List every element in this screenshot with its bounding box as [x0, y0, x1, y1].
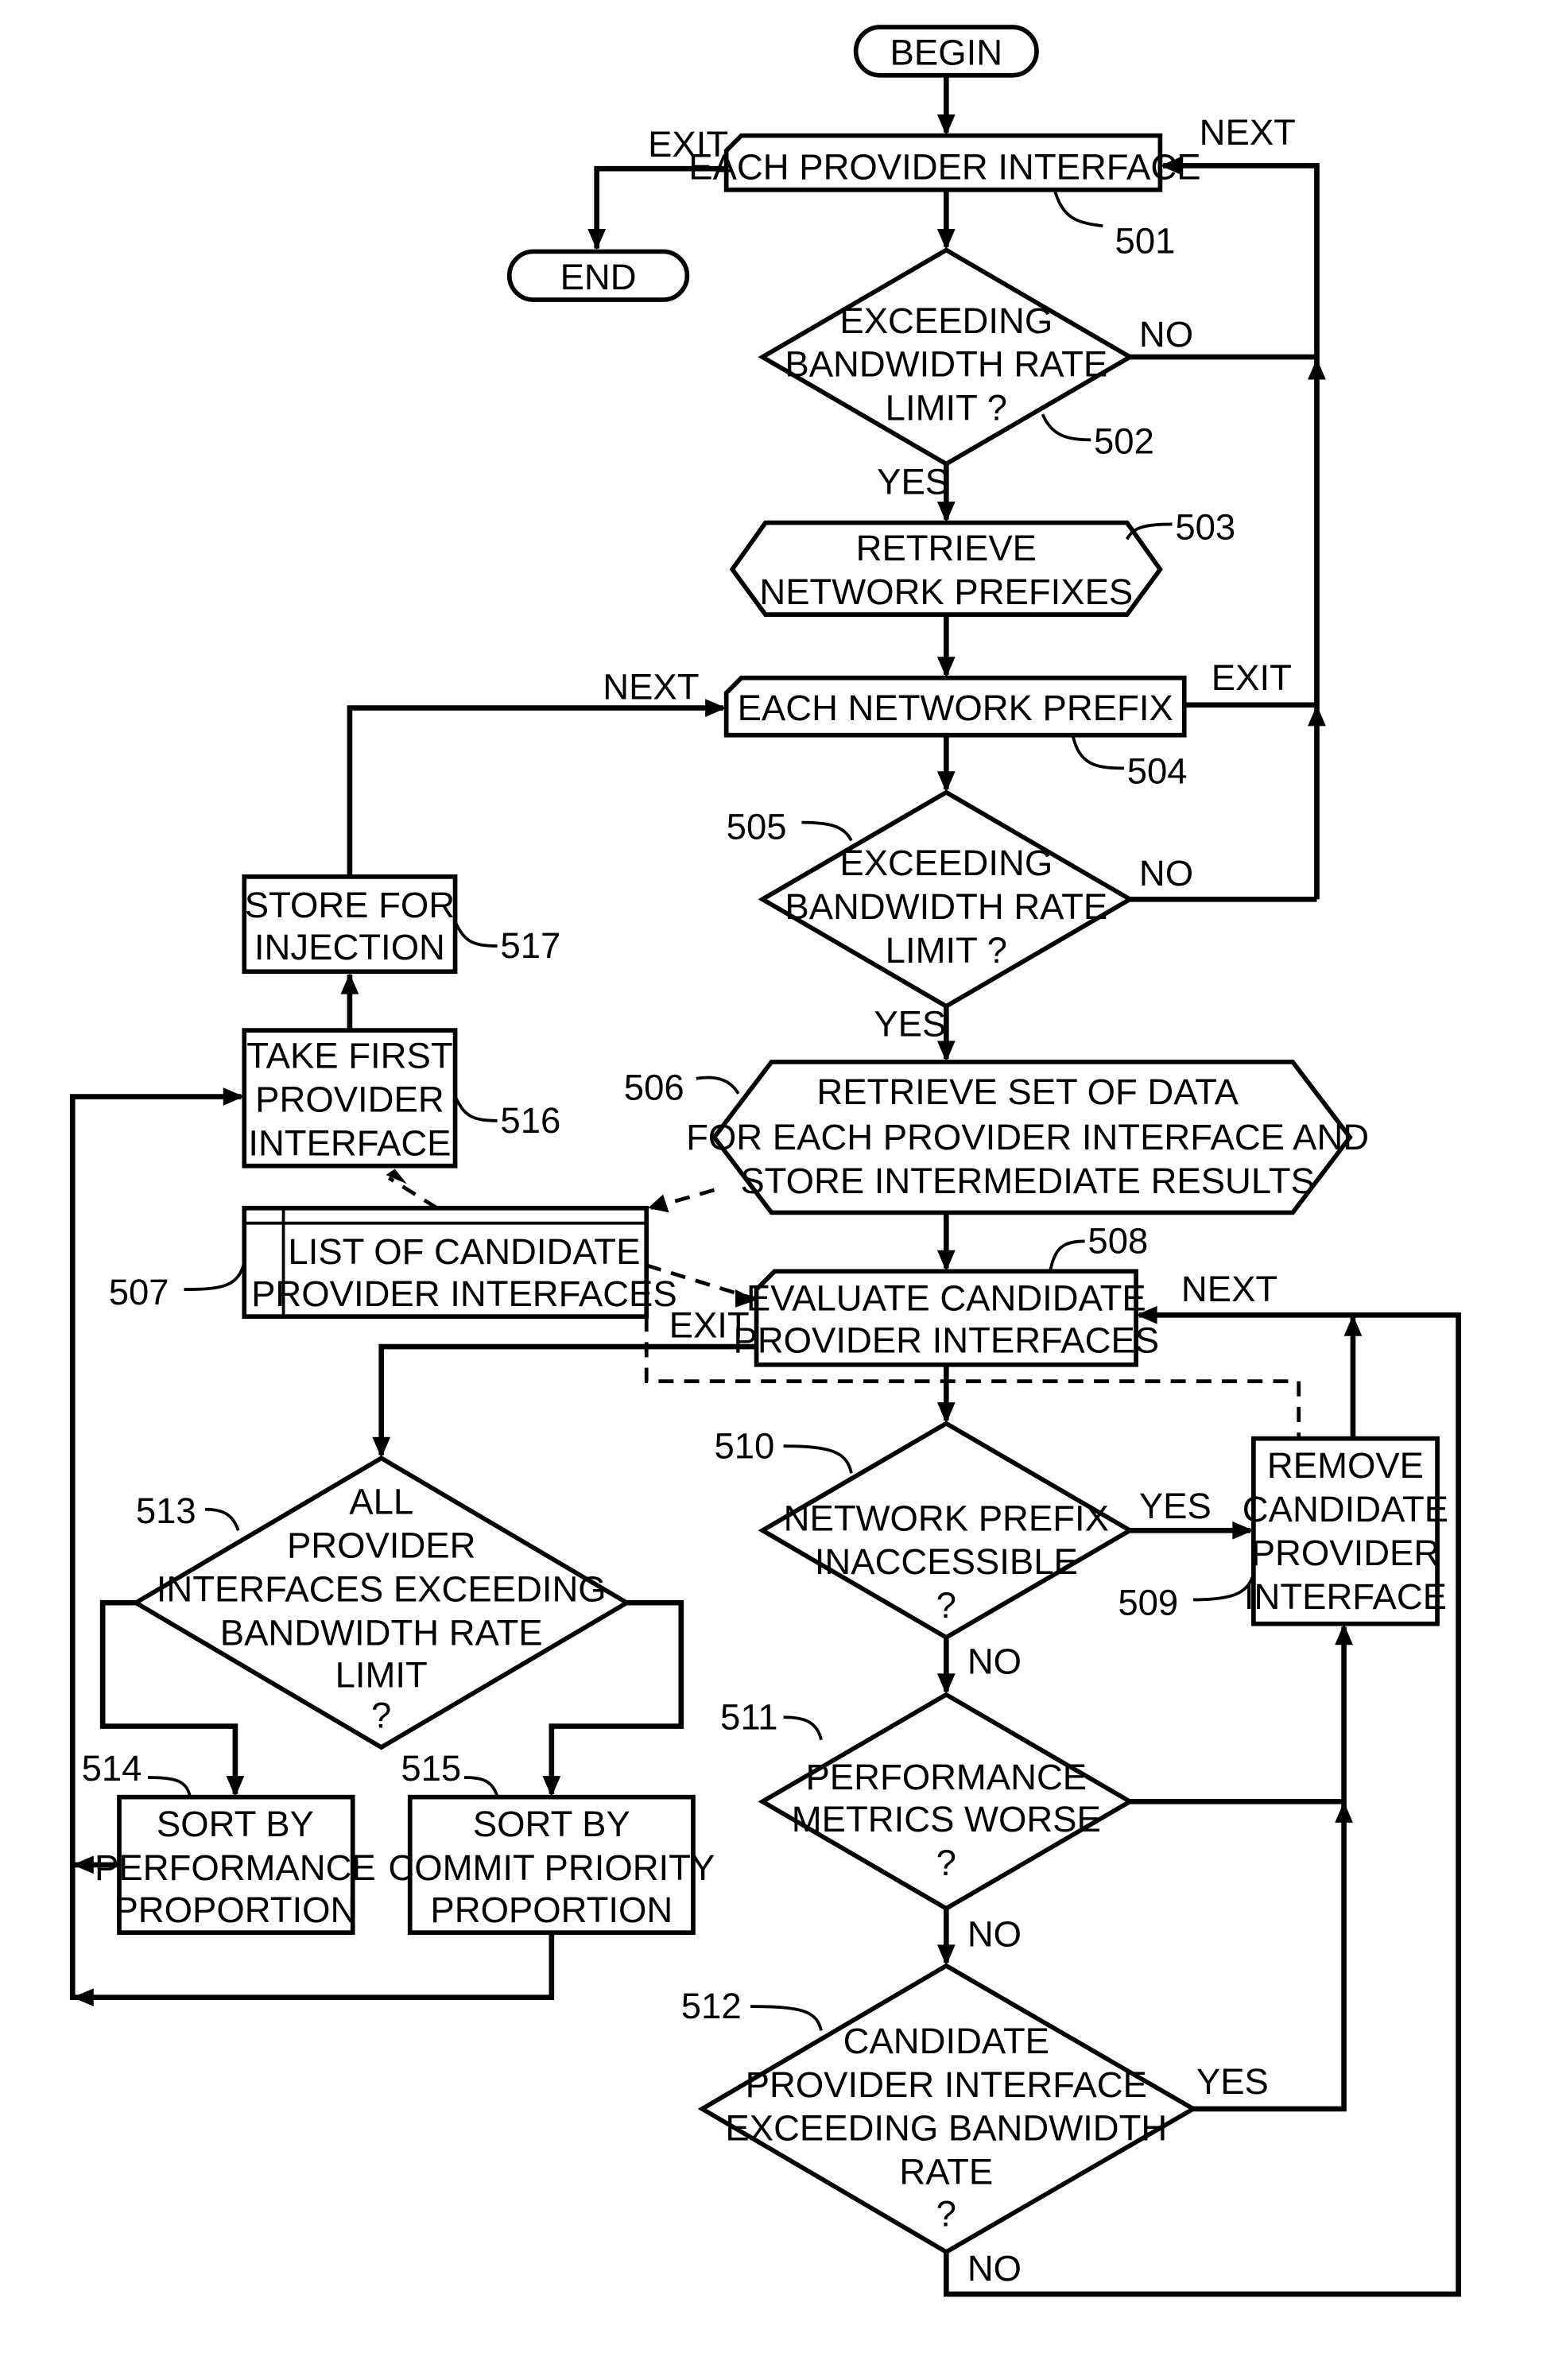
node-507-line1: LIST OF CANDIDATE: [288, 1231, 640, 1272]
node-511-line3: ?: [936, 1843, 956, 1883]
node-510-line3: ?: [936, 1585, 956, 1626]
edge-label-exit: EXIT: [1212, 657, 1292, 698]
node-515-line3: PROPORTION: [430, 1890, 673, 1930]
edge-label-yes: YES: [877, 462, 949, 502]
node-509-line2: CANDIDATE: [1243, 1489, 1448, 1529]
edge-label-exit: EXIT: [669, 1305, 750, 1346]
ref-509: 509: [1118, 1582, 1178, 1622]
node-508-line1: EVALUATE CANDIDATE: [746, 1278, 1146, 1319]
node-501-text: EACH PROVIDER INTERFACE: [688, 146, 1200, 187]
node-516-line1: TAKE FIRST: [246, 1036, 452, 1076]
edge-label-next: NEXT: [1200, 112, 1296, 153]
edge-label-yes: YES: [874, 1004, 946, 1045]
node-516-line3: INTERFACE: [248, 1122, 451, 1163]
node-513-line1: ALL: [349, 1481, 413, 1521]
node-505-line3: LIMIT ?: [886, 930, 1007, 971]
node-514-line3: PROPORTION: [114, 1890, 356, 1930]
ref-501: 501: [1115, 220, 1176, 261]
node-511-line2: METRICS WORSE: [792, 1799, 1101, 1839]
node-505-line2: BANDWIDTH RATE: [785, 886, 1107, 927]
node-514-line2: PERFORMANCE: [95, 1847, 376, 1888]
ref-504: 504: [1127, 750, 1188, 791]
node-510-line2: INACCESSIBLE: [815, 1541, 1078, 1582]
edge-label-no: NO: [967, 1641, 1022, 1681]
edge-label-yes: YES: [1139, 1486, 1212, 1526]
begin-label: BEGIN: [890, 32, 1003, 72]
node-510-line1: NETWORK PREFIX: [784, 1498, 1109, 1538]
ref-514: 514: [82, 1748, 142, 1789]
node-513-line3: INTERFACES EXCEEDING: [157, 1568, 607, 1609]
edge-label-yes: YES: [1196, 2061, 1269, 2102]
node-517-line1: STORE FOR: [245, 885, 455, 925]
edge-label-next: NEXT: [603, 666, 699, 707]
node-513-line4: BANDWIDTH RATE: [220, 1612, 543, 1653]
ref-517: 517: [500, 925, 560, 966]
node-509-line4: INTERFACE: [1244, 1576, 1447, 1617]
node-514-line1: SORT BY: [157, 1804, 314, 1844]
node-504-text: EACH NETWORK PREFIX: [738, 688, 1173, 728]
edge-label-no: NO: [1139, 314, 1193, 355]
ref-511: 511: [720, 1696, 777, 1737]
ref-507: 507: [109, 1272, 169, 1312]
node-511-line1: PERFORMANCE: [805, 1757, 1087, 1797]
node-509-line3: PROVIDER: [1251, 1533, 1440, 1573]
node-512-line4: RATE: [899, 2152, 993, 2192]
node-516-line2: PROVIDER: [255, 1079, 444, 1119]
edge-label-no: NO: [1139, 853, 1193, 893]
node-512-line2: PROVIDER INTERFACE: [746, 2064, 1147, 2105]
ref-505: 505: [727, 806, 787, 847]
node-502-line1: EXCEEDING: [839, 300, 1053, 341]
node-513-line6: ?: [371, 1695, 391, 1735]
node-505-line1: EXCEEDING: [839, 843, 1053, 883]
node-506-line1: RETRIEVE SET OF DATA: [816, 1072, 1239, 1112]
edge-label-next: NEXT: [1181, 1269, 1277, 1309]
node-506-line2: FOR EACH PROVIDER INTERFACE AND: [686, 1117, 1369, 1157]
end-label: END: [560, 257, 637, 297]
node-502-line3: LIMIT ?: [886, 388, 1007, 428]
ref-506: 506: [624, 1067, 684, 1107]
ref-510: 510: [714, 1425, 774, 1466]
flowchart-canvas: BEGIN END EACH PROVIDER INTERFACE EXCEED…: [69, 25, 1461, 2297]
edge-label-no: NO: [967, 1913, 1022, 1954]
node-502-line2: BANDWIDTH RATE: [785, 344, 1107, 385]
edge-label-no: NO: [967, 2248, 1022, 2289]
ref-502: 502: [1094, 421, 1154, 461]
node-512-line5: ?: [936, 2194, 956, 2235]
node-517-line2: INJECTION: [254, 927, 445, 967]
node-503-line1: RETRIEVE: [856, 528, 1037, 568]
node-512-line3: EXCEEDING BANDWIDTH: [725, 2108, 1167, 2149]
node-513-line2: PROVIDER: [287, 1525, 476, 1565]
ref-516: 516: [500, 1100, 560, 1141]
node-512-line1: CANDIDATE: [843, 2021, 1049, 2061]
ref-503: 503: [1175, 506, 1235, 547]
edge-label-exit: EXIT: [648, 124, 728, 165]
node-515-line1: SORT BY: [473, 1804, 630, 1844]
ref-513: 513: [136, 1490, 196, 1531]
ref-515: 515: [401, 1748, 461, 1789]
node-509-line1: REMOVE: [1267, 1445, 1424, 1486]
node-515-line2: COMMIT PRIORITY: [388, 1847, 715, 1888]
node-506-line3: STORE INTERMEDIATE RESULTS: [740, 1161, 1315, 1201]
ref-508: 508: [1087, 1221, 1148, 1262]
node-507-line2: PROVIDER INTERFACES: [251, 1273, 677, 1314]
node-503-line2: NETWORK PREFIXES: [759, 572, 1133, 612]
node-508-line2: PROVIDER INTERFACES: [734, 1320, 1160, 1361]
flowchart: BEGIN END EACH PROVIDER INTERFACE EXCEED…: [0, 0, 1543, 2380]
node-513-line5: LIMIT: [335, 1654, 428, 1695]
ref-512: 512: [681, 1986, 742, 2026]
